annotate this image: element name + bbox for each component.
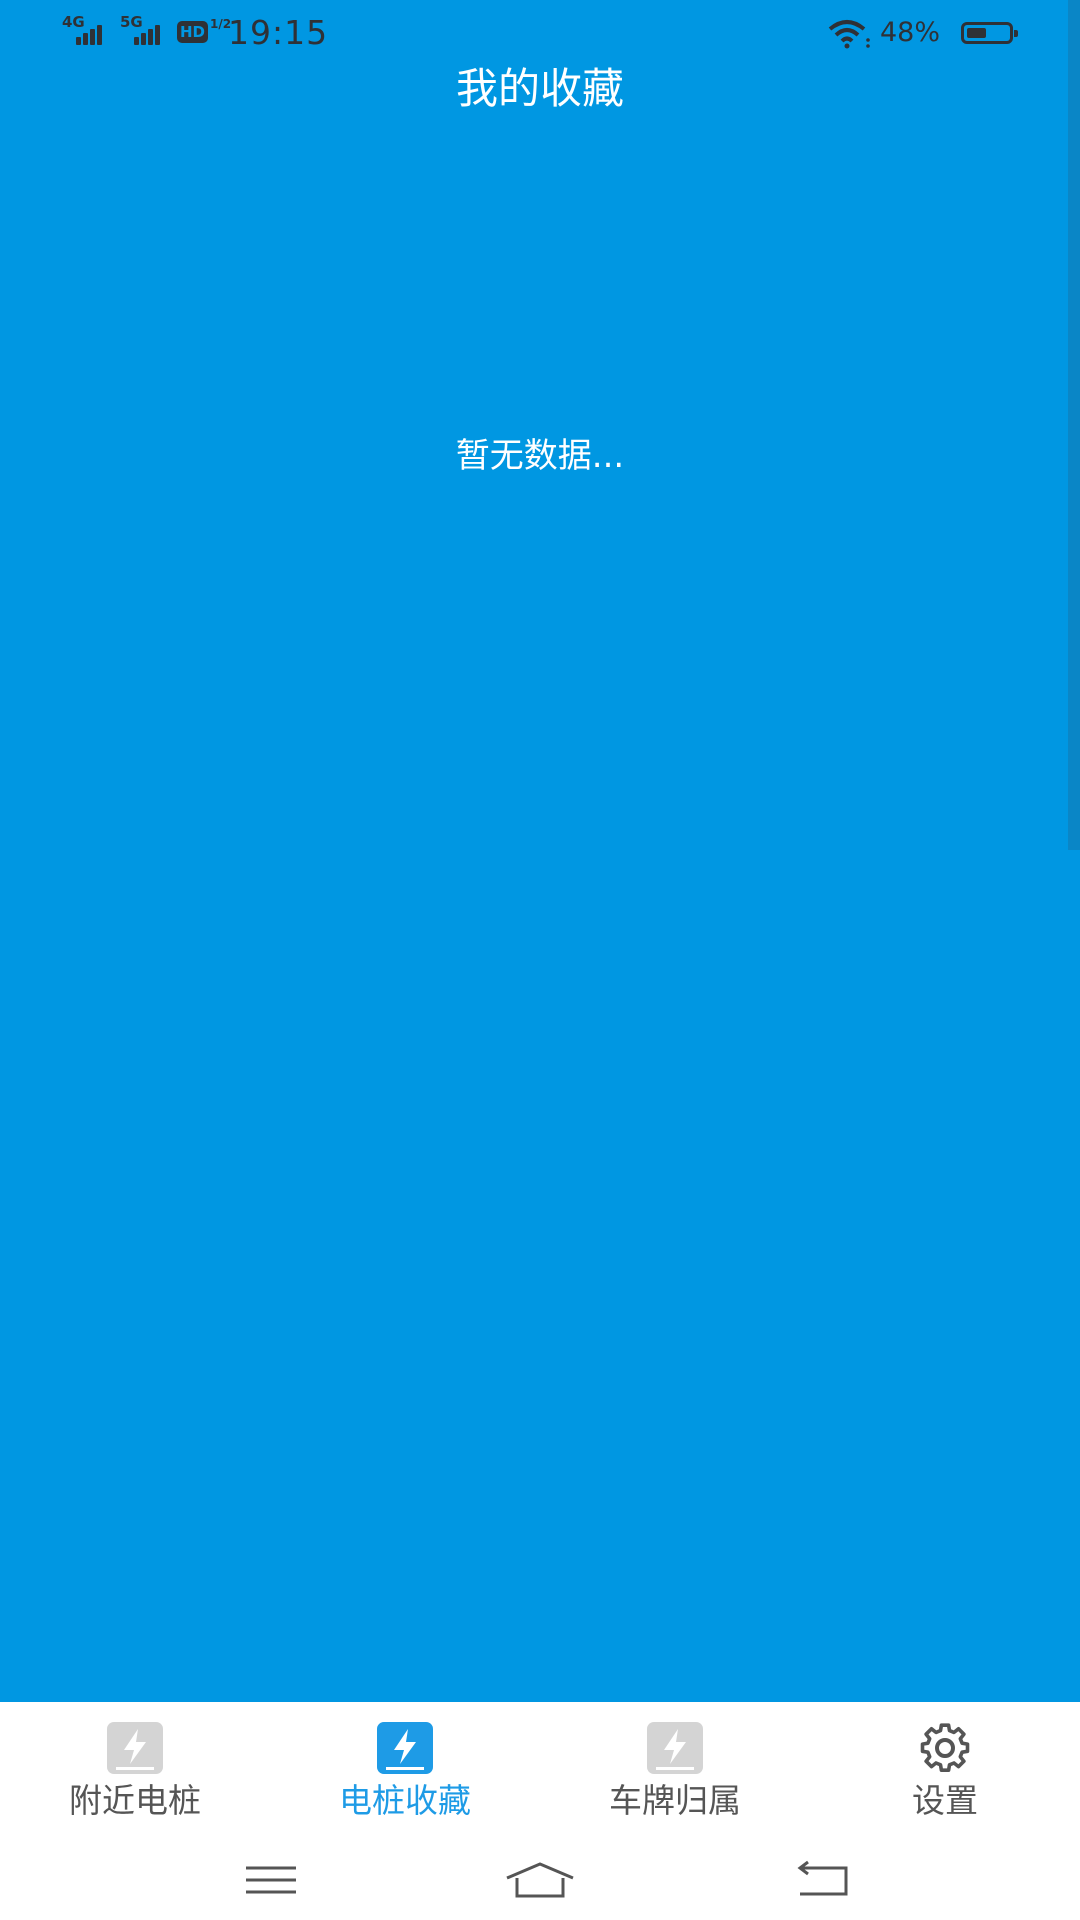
battery-level: [967, 28, 986, 38]
tab-label: 车牌归属: [609, 1781, 741, 1820]
tab-label: 附近电桩: [69, 1781, 201, 1820]
scrollbar[interactable]: [1068, 0, 1080, 850]
back-icon[interactable]: [778, 1854, 868, 1906]
tab-plate-lookup[interactable]: 车牌归属: [575, 1722, 775, 1832]
tab-label: 电桩收藏: [339, 1781, 471, 1820]
empty-state-message: 暂无数据...: [455, 436, 625, 476]
charging-bolt-icon: [647, 1722, 703, 1774]
tab-nearby-chargers[interactable]: 附近电桩: [35, 1722, 235, 1832]
network-type-label: 5G: [120, 13, 143, 31]
tab-label: 设置: [912, 1781, 978, 1820]
charging-bolt-icon: [377, 1722, 433, 1774]
tab-settings[interactable]: 设置: [845, 1722, 1045, 1832]
tab-favorite-chargers[interactable]: 电桩收藏: [305, 1722, 505, 1832]
battery-percent: 48%: [880, 17, 941, 48]
page-title: 我的收藏: [455, 64, 624, 113]
signal-icon: 4G: [62, 15, 112, 45]
status-bar: 4G 5G HD 1/2 19:15 48%: [0, 0, 1080, 66]
gear-icon: [920, 1723, 970, 1773]
bottom-tab-bar: 附近电桩 电桩收藏 车牌归属 设置: [0, 1702, 1080, 1840]
network-type-label: 4G: [62, 13, 85, 31]
system-navigation-bar: [0, 1840, 1080, 1920]
menu-icon[interactable]: [226, 1854, 316, 1906]
clock: 19:15: [228, 13, 329, 52]
hd-icon: HD: [177, 21, 209, 43]
home-icon[interactable]: [495, 1854, 585, 1906]
wifi-icon: [828, 20, 870, 49]
signal-icon: 5G: [120, 15, 170, 45]
battery-icon: [961, 22, 1018, 44]
charging-bolt-icon: [107, 1722, 163, 1774]
